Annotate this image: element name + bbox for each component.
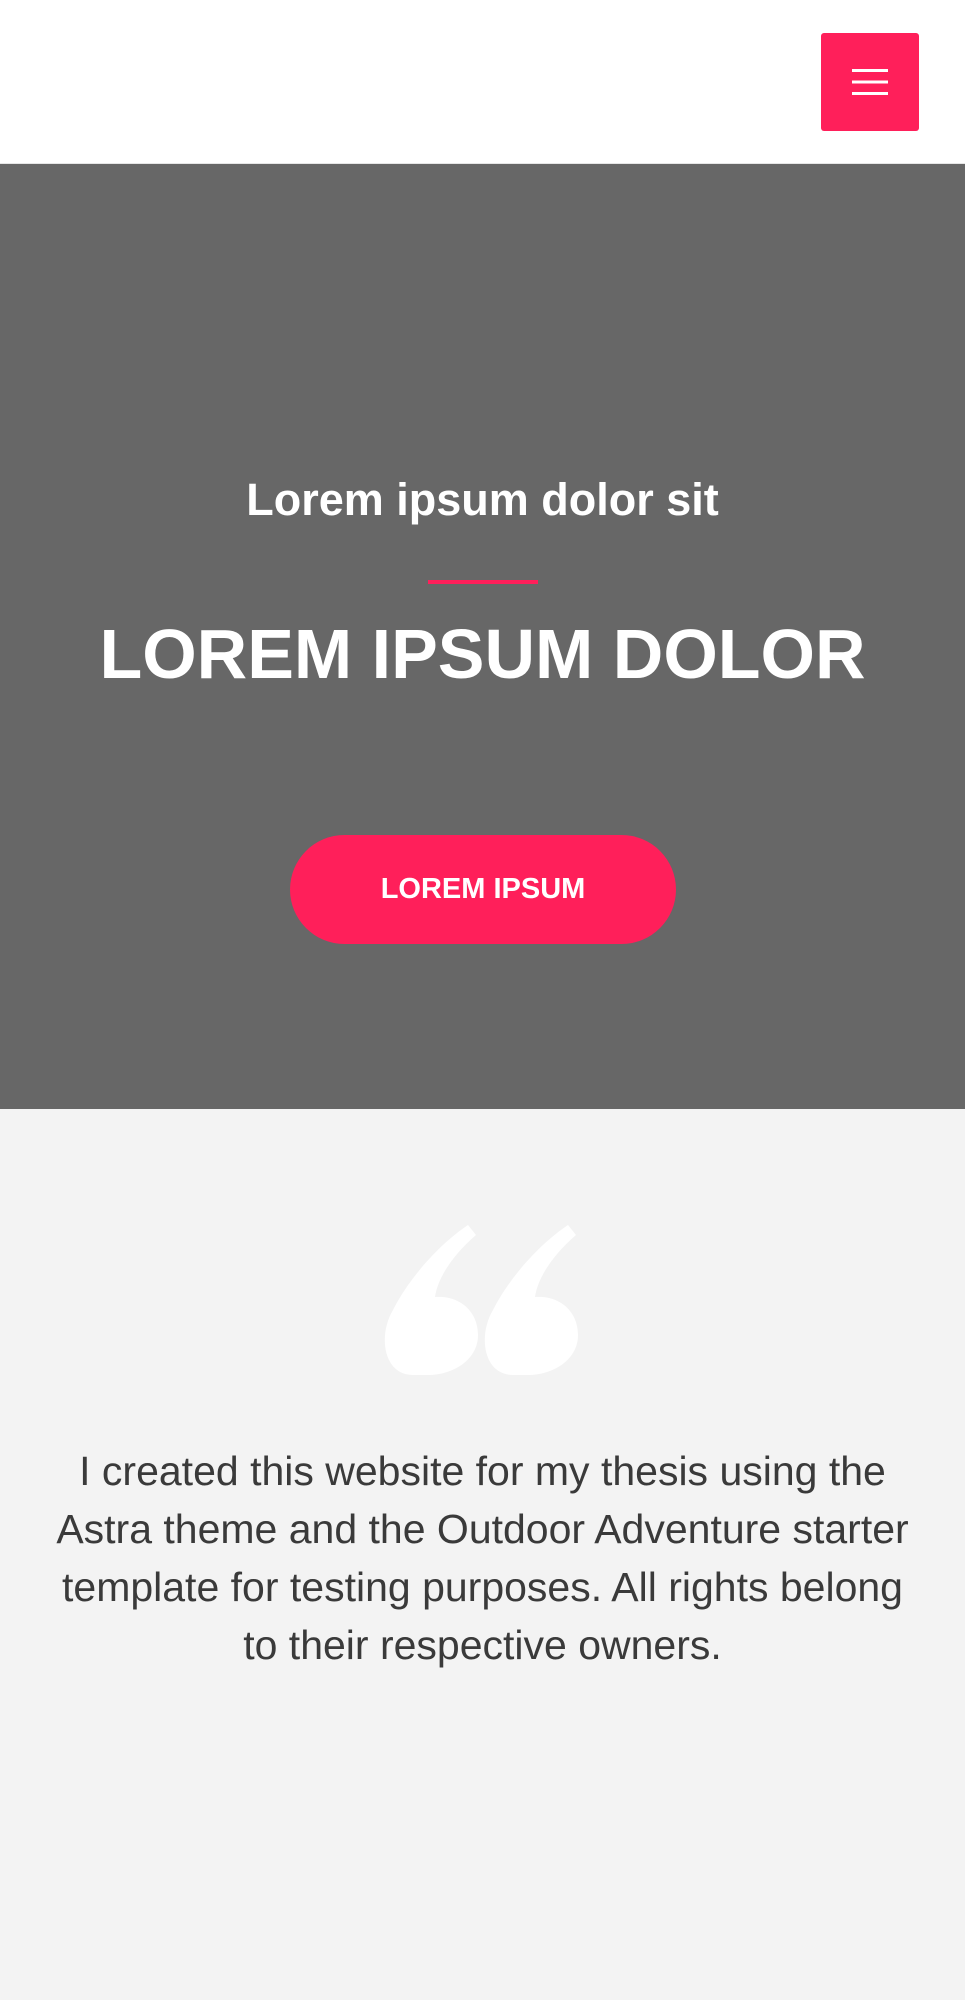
quote-icon (384, 1225, 578, 1375)
hero-cta-button[interactable]: LOREM IPSUM (290, 835, 676, 944)
hero-subtitle: Lorem ipsum dolor sit (246, 474, 719, 525)
menu-toggle-button[interactable] (821, 33, 919, 131)
hamburger-menu-icon (852, 69, 888, 95)
hero-title: LOREM IPSUM DOLOR (99, 615, 866, 693)
site-header (0, 0, 965, 164)
hero-divider (428, 580, 538, 584)
testimonial-text: I created this website for my thesis usi… (56, 1448, 909, 1668)
